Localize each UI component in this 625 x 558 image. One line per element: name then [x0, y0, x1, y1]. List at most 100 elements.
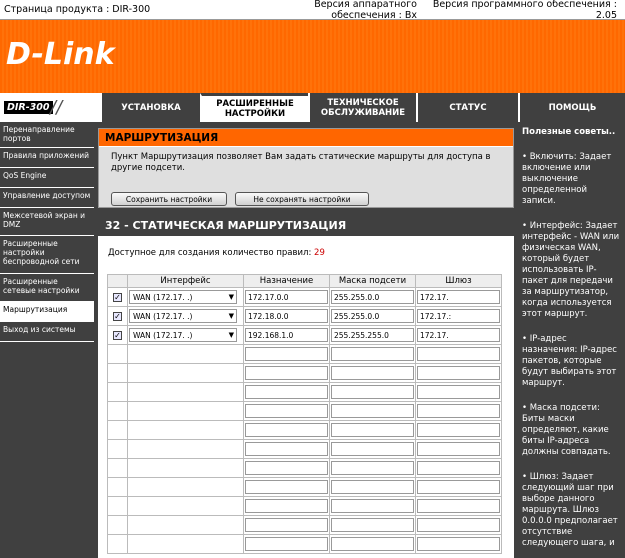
tab-help[interactable]: ПОМОЩЬ [518, 93, 625, 122]
sidebar: Перенаправление портов Правила приложени… [0, 122, 94, 558]
mask-input[interactable] [331, 366, 414, 380]
mask-input[interactable]: 255.255.255.0 [331, 328, 414, 342]
gateway-input[interactable] [417, 461, 500, 475]
table-header-row: Интерфейс Назначение Маска подсети Шлюз [107, 274, 502, 288]
static-routing-section: 32 - СТАТИЧЕСКАЯ МАРШРУТИЗАЦИЯ Доступное… [98, 216, 514, 558]
destination-input[interactable] [245, 347, 328, 361]
destination-input[interactable] [245, 461, 328, 475]
mask-input[interactable] [331, 423, 414, 437]
sidebar-item-port-forwarding[interactable]: Перенаправление портов [0, 122, 94, 148]
gateway-cell: 172.17. [415, 325, 502, 345]
mask-input[interactable] [331, 499, 414, 513]
model-label: DIR-300 [4, 101, 53, 114]
gateway-input[interactable]: 172.17. [417, 328, 500, 342]
save-settings-button[interactable]: Сохранить настройки [111, 192, 227, 206]
destination-input[interactable] [245, 385, 328, 399]
dont-save-settings-button[interactable]: Не сохранять настройки [235, 192, 369, 206]
enable-checkbox[interactable]: ✓ [113, 292, 122, 302]
sidebar-item-firewall-dmz[interactable]: Межсетевой экран и DMZ [0, 208, 94, 236]
help-tip-interface: • Интерфейс: Задает интерфейс - WAN или … [522, 221, 620, 319]
dropdown-arrow-icon: ▼ [228, 331, 234, 339]
help-tip-enable: • Включить: Задает включение или выключе… [522, 152, 612, 206]
gateway-input[interactable] [417, 537, 500, 551]
col-interface: Интерфейс [127, 274, 244, 288]
sidebar-item-routing[interactable]: Маршрутизация [0, 302, 94, 322]
sidebar-item-advanced-wireless[interactable]: Расширенные настройки беспроводной сети [0, 236, 94, 274]
interface-select[interactable]: WAN (172.17. .) ▼ [129, 328, 237, 342]
mask-input[interactable] [331, 518, 414, 532]
interface-select[interactable]: WAN (172.17. .) ▼ [129, 309, 237, 323]
help-panel: Полезные советы.. • Включить: Задает вкл… [518, 122, 625, 558]
gateway-input[interactable] [417, 347, 500, 361]
gateway-input[interactable] [417, 366, 500, 380]
gateway-input[interactable] [417, 404, 500, 418]
gateway-input[interactable]: 172.17. [417, 290, 500, 304]
table-row [107, 420, 502, 440]
gateway-input[interactable] [417, 423, 500, 437]
routing-title: МАРШРУТИЗАЦИЯ [99, 129, 513, 147]
gateway-input[interactable] [417, 518, 500, 532]
help-tip-destination: • IP-адрес назначения: IP-адрес пакетов,… [522, 334, 617, 388]
interface-select[interactable]: WAN (172.17. .) ▼ [129, 290, 237, 304]
destination-input[interactable] [245, 442, 328, 456]
sidebar-item-access-control[interactable]: Управление доступом [0, 188, 94, 208]
table-row [107, 363, 502, 383]
tab-maintenance[interactable]: ТЕХНИЧЕСКОЕ ОБСЛУЖИВАНИЕ [308, 93, 416, 122]
dropdown-arrow-icon: ▼ [228, 293, 234, 301]
available-rules-label: Доступное для создания количество правил… [108, 248, 312, 258]
gateway-input[interactable]: 172.17.: [417, 309, 500, 323]
gateway-input[interactable] [417, 385, 500, 399]
destination-input[interactable]: 172.18.0.0 [245, 309, 328, 323]
enable-cell: ✓ [107, 306, 128, 326]
mask-input[interactable] [331, 537, 414, 551]
enable-checkbox[interactable]: ✓ [113, 311, 122, 321]
destination-input[interactable] [245, 404, 328, 418]
sidebar-item-logout[interactable]: Выход из системы [0, 322, 94, 342]
table-row [107, 496, 502, 516]
col-destination: Назначение [243, 274, 330, 288]
tab-advanced[interactable]: РАСШИРЕННЫЕ НАСТРОЙКИ [200, 93, 308, 122]
mask-input[interactable] [331, 480, 414, 494]
sidebar-item-qos-engine[interactable]: QoS Engine [0, 168, 94, 188]
table-row [107, 344, 502, 364]
table-row [107, 477, 502, 497]
top-info-bar: Страница продукта : DIR-300 Версия аппар… [0, 0, 625, 21]
enable-cell: ✓ [107, 325, 128, 345]
tab-status[interactable]: СТАТУС [416, 93, 518, 122]
mask-input[interactable] [331, 347, 414, 361]
mask-input[interactable]: 255.255.0.0 [331, 309, 414, 323]
destination-input[interactable] [245, 499, 328, 513]
slash-decoration: // [50, 97, 63, 118]
gateway-input[interactable] [417, 499, 500, 513]
help-tip-gateway: • Шлюз: Задает следующий шаг при выборе … [522, 472, 618, 548]
mask-input[interactable] [331, 442, 414, 456]
mask-cell: 255.255.0.0 [329, 287, 416, 307]
destination-input[interactable] [245, 537, 328, 551]
help-tip-mask: • Маска подсети: Биты маски определяют, … [522, 403, 611, 457]
hardware-version-text: Версия аппаратного обеспечения : Bx [314, 0, 417, 21]
mask-input[interactable]: 255.255.0.0 [331, 290, 414, 304]
destination-input[interactable]: 172.17.0.0 [245, 290, 328, 304]
top-navigation: DIR-300 // УСТАНОВКА РАСШИРЕННЫЕ НАСТРОЙ… [0, 93, 625, 122]
sidebar-item-application-rules[interactable]: Правила приложений [0, 148, 94, 168]
enable-checkbox[interactable]: ✓ [113, 330, 122, 340]
gateway-input[interactable] [417, 442, 500, 456]
destination-input[interactable] [245, 480, 328, 494]
destination-input[interactable] [245, 366, 328, 380]
mask-input[interactable] [331, 385, 414, 399]
table-row [107, 401, 502, 421]
mask-input[interactable] [331, 404, 414, 418]
dropdown-arrow-icon: ▼ [228, 312, 234, 320]
gateway-input[interactable] [417, 480, 500, 494]
sidebar-item-advanced-network[interactable]: Расширенные сетевые настройки [0, 274, 94, 302]
interface-cell: WAN (172.17. .) ▼ [127, 306, 244, 326]
gateway-cell: 172.17. [415, 287, 502, 307]
destination-input[interactable] [245, 518, 328, 532]
destination-input[interactable] [245, 423, 328, 437]
mask-input[interactable] [331, 461, 414, 475]
routing-section: МАРШРУТИЗАЦИЯ Пункт Маршрутизация позвол… [98, 128, 514, 208]
destination-cell: 172.17.0.0 [243, 287, 330, 307]
col-mask: Маска подсети [329, 274, 416, 288]
tab-setup[interactable]: УСТАНОВКА [100, 93, 200, 122]
destination-input[interactable]: 192.168.1.0 [245, 328, 328, 342]
